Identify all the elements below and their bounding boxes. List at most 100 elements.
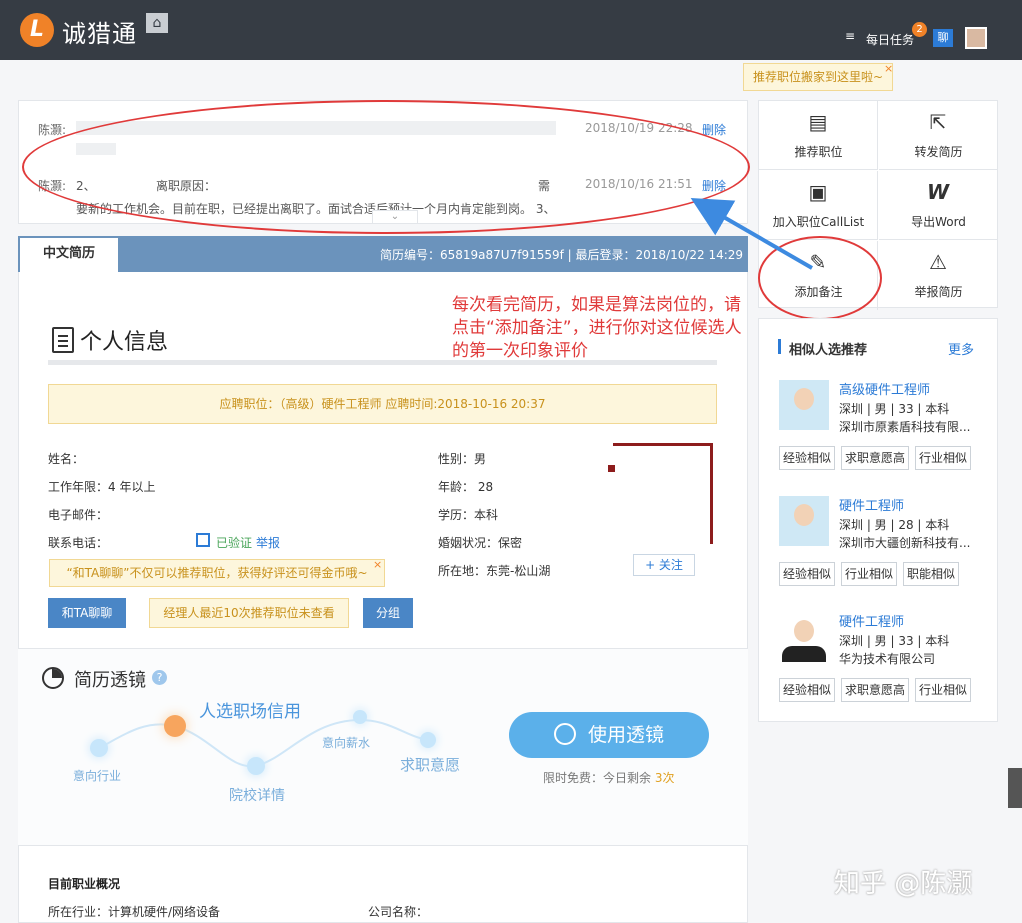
education-field: 学历：本科 xyxy=(438,508,499,522)
pie-chart-icon xyxy=(42,667,64,689)
candidate-avatar[interactable] xyxy=(779,380,829,430)
unviewed-notice: 经理人最近10次推荐职位未查看 xyxy=(149,598,349,628)
home-icon[interactable]: ⌂ xyxy=(146,13,168,33)
recommend-job-action[interactable]: ▤ 推荐职位 xyxy=(759,101,878,170)
note-body-part: 离职原因： xyxy=(156,179,217,193)
candidate-company: 深圳市大疆创新科技有... xyxy=(839,536,971,550)
experience-field: 工作年限：4 年以上 xyxy=(48,480,156,494)
chat-tip: “和TA聊聊”不仅可以推荐职位，获得好评还可得金币哦~ xyxy=(49,559,385,587)
qr-code-icon[interactable] xyxy=(196,533,210,547)
lens-node xyxy=(420,732,436,748)
candidate-photo-frame xyxy=(613,443,713,544)
close-icon[interactable]: × xyxy=(373,558,382,571)
lens-title: 简历透镜 xyxy=(74,670,146,691)
action-label: 举报简历 xyxy=(914,285,963,299)
chat-icon[interactable]: 聊 xyxy=(933,29,953,47)
industry-field: 所在行业：计算机硬件/网络设备 xyxy=(48,905,221,919)
watermark: 知乎 @陈灏 xyxy=(834,869,973,899)
tag-industry-similar[interactable]: 行业相似 xyxy=(915,678,971,702)
group-button[interactable]: 分组 xyxy=(363,598,413,628)
lens-free-count: 3次 xyxy=(654,771,675,785)
lens-main-label: 人选职场信用 xyxy=(199,702,301,722)
more-link[interactable]: 更多 xyxy=(948,339,974,358)
phone-field: 联系电话： xyxy=(48,536,109,550)
forward-resume-action[interactable]: ⇱ 转发简历 xyxy=(879,101,998,170)
help-icon[interactable]: ? xyxy=(152,670,167,685)
candidate-title-link[interactable]: 硬件工程师 xyxy=(839,611,904,630)
lens-label: 求职意愿 xyxy=(400,756,461,774)
shield-icon: ⚠ xyxy=(929,250,947,274)
apply-info-box: 应聘职位：（高级）硬件工程师 应聘时间:2018-10-16 20:37 xyxy=(48,384,717,424)
tag-high-intent[interactable]: 求职意愿高 xyxy=(841,678,909,702)
age-field: 年龄： 28 xyxy=(438,480,494,494)
lens-free-prefix: 限时免费：今日剩余 xyxy=(543,771,655,785)
candidate-info: 深圳 | 男 | 28 | 本科 xyxy=(839,518,950,532)
report-resume-action[interactable]: ⚠ 举报简历 xyxy=(879,241,998,310)
candidate-avatar[interactable] xyxy=(779,496,829,546)
note-body-redacted xyxy=(76,121,556,135)
export-word-action[interactable]: W 导出Word xyxy=(879,171,998,240)
task-count-badge: 2 xyxy=(912,22,927,37)
tag-high-intent[interactable]: 求职意愿高 xyxy=(841,446,909,470)
note-body-part: 需 xyxy=(538,179,551,193)
expand-notes-chevron-icon[interactable]: ⌄ xyxy=(372,210,418,224)
logo-icon[interactable]: L xyxy=(20,13,54,47)
note-author: 陈灏: xyxy=(38,179,67,193)
brand-name[interactable]: 诚猎通 xyxy=(62,14,137,49)
task-list-icon[interactable]: ≡ xyxy=(845,29,855,43)
chat-with-candidate-button[interactable]: 和TA聊聊 xyxy=(48,598,126,628)
lens-node xyxy=(247,757,265,775)
resume-meta: 简历编号：65819a87U7f91559f | 最后登录：2018/10/22… xyxy=(380,248,744,262)
lens-node xyxy=(353,710,367,724)
tag-industry-similar[interactable]: 行业相似 xyxy=(915,446,971,470)
lens-label: 意向行业 xyxy=(73,769,122,783)
action-label: 导出Word xyxy=(911,215,966,229)
clipboard-icon xyxy=(52,327,74,353)
note-body-part: 2、 xyxy=(76,179,96,193)
pointer-arrow xyxy=(690,198,813,270)
candidate-title-link[interactable]: 硬件工程师 xyxy=(839,495,904,514)
location-field: 所在地：东莞-松山湖 xyxy=(438,564,551,578)
recommend-doc-icon: ▤ xyxy=(808,110,828,134)
photo-marker xyxy=(608,465,615,472)
tab-chinese-resume[interactable]: 中文简历 xyxy=(20,238,118,272)
word-icon: W xyxy=(926,180,950,204)
note-delete-link[interactable]: 删除 xyxy=(702,177,726,194)
side-feedback-tab[interactable] xyxy=(1008,768,1022,808)
tag-experience-similar[interactable]: 经验相似 xyxy=(779,446,835,470)
report-link[interactable]: 举报 xyxy=(256,534,280,551)
follow-button[interactable]: + 关注 xyxy=(633,554,695,576)
action-label: 添加备注 xyxy=(794,285,843,299)
close-icon[interactable]: × xyxy=(884,62,893,75)
candidate-info: 深圳 | 男 | 33 | 本科 xyxy=(839,634,950,648)
marital-field: 婚姻状况：保密 xyxy=(438,536,523,550)
note-time: 2018/10/16 21:51 xyxy=(585,177,693,191)
email-field: 电子邮件： xyxy=(48,508,109,522)
tag-industry-similar[interactable]: 行业相似 xyxy=(841,562,897,586)
candidate-title-link[interactable]: 高级硬件工程师 xyxy=(839,379,930,398)
avatar[interactable] xyxy=(965,27,987,49)
note-time: 2018/10/19 22:28 xyxy=(585,121,693,135)
note-delete-link[interactable]: 删除 xyxy=(702,121,726,138)
gender-field: 性别：男 xyxy=(438,452,487,466)
action-label: 推荐职位 xyxy=(794,145,843,159)
tag-experience-similar[interactable]: 经验相似 xyxy=(779,678,835,702)
tag-experience-similar[interactable]: 经验相似 xyxy=(779,562,835,586)
lens-node xyxy=(164,715,186,737)
lens-label: 意向薪水 xyxy=(322,736,371,750)
action-label: 转发简历 xyxy=(914,145,963,159)
lens-label: 院校详情 xyxy=(229,788,285,804)
use-lens-label: 使用透镜 xyxy=(587,724,664,746)
company-field: 公司名称： xyxy=(368,905,429,919)
tag-function-similar[interactable]: 职能相似 xyxy=(903,562,959,586)
candidate-company: 深圳市原素盾科技有限... xyxy=(839,420,971,434)
section-title: 个人信息 xyxy=(80,330,169,355)
daily-task-link[interactable]: 每日任务 xyxy=(866,31,914,48)
use-lens-button[interactable]: 使用透镜 xyxy=(509,712,709,758)
note-body-line: 要新的工作机会。目前在职，已经提出离职了。面试合适后预计一个月内肯定能到岗。 3… xyxy=(76,202,556,216)
name-field: 姓名： xyxy=(48,452,85,466)
annotation-text: 每次看完简历，如果是算法岗位的，请点击“添加备注”，进行你对这位候选人的第一次印… xyxy=(452,295,742,361)
lens-icon xyxy=(553,723,576,745)
lens-free-notice: 限时免费：今日剩余 3次 xyxy=(543,769,674,786)
candidate-info: 深圳 | 男 | 33 | 本科 xyxy=(839,402,950,416)
